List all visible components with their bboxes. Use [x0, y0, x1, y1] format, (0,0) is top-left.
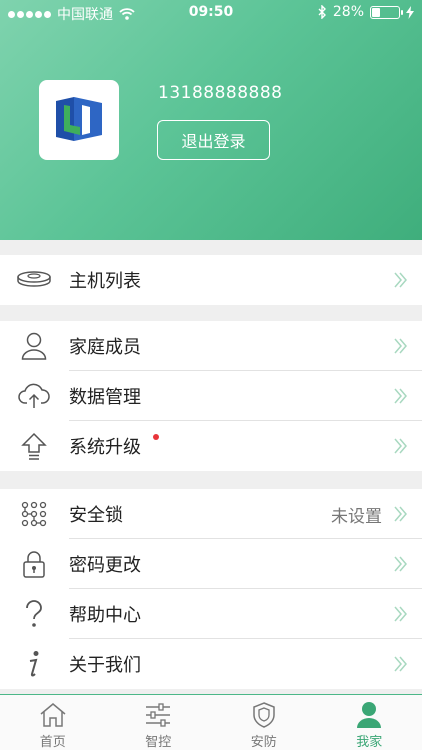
menu-item-label: 安全锁: [69, 505, 123, 526]
double-chevron-right-icon: [394, 656, 407, 672]
menu-group-family: 家庭成员 数据管理 系统升级: [0, 321, 422, 471]
cloud-upload-icon: [16, 381, 52, 411]
menu-item-label: 密码更改: [69, 555, 141, 576]
tab-label: 我家: [356, 735, 383, 750]
app-logo: [39, 80, 119, 160]
menu-item-help-center[interactable]: 帮助中心: [0, 589, 422, 639]
status-bar: 中国联通 09:50 28%: [0, 0, 422, 26]
logout-button[interactable]: 退出登录: [157, 120, 270, 160]
account-phone: 13188888888: [158, 83, 283, 103]
menu-item-label: 家庭成员: [69, 337, 141, 358]
home-icon: [38, 701, 68, 729]
battery-icon: [370, 5, 403, 19]
double-chevron-right-icon: [394, 606, 407, 622]
tab-label: 首页: [39, 735, 66, 750]
bluetooth-icon: [318, 5, 326, 19]
menu-item-label: 数据管理: [69, 387, 141, 408]
tab-security[interactable]: 安防: [211, 695, 317, 750]
sliders-icon: [143, 701, 173, 729]
new-update-badge: [153, 434, 159, 440]
double-chevron-right-icon: [394, 506, 407, 522]
menu-item-label: 关于我们: [69, 655, 141, 676]
menu-item-about-us[interactable]: 关于我们: [0, 639, 422, 689]
shield-icon: [249, 701, 279, 729]
battery-percent: 28%: [332, 4, 364, 20]
double-chevron-right-icon: [394, 438, 407, 454]
charging-icon: [406, 5, 414, 19]
menu-group-host: 主机列表: [0, 255, 422, 305]
tab-my-home[interactable]: 我家: [317, 695, 422, 750]
menu-item-label: 帮助中心: [69, 605, 141, 626]
tab-label: 安防: [250, 735, 277, 750]
menu-item-label: 系统升级: [69, 437, 141, 458]
tab-label: 智控: [145, 735, 172, 750]
person-icon: [16, 331, 52, 361]
user-icon: [354, 701, 384, 729]
host-device-icon: [16, 265, 52, 295]
double-chevron-right-icon: [394, 556, 407, 572]
info-icon: [16, 649, 52, 679]
menu-item-change-password[interactable]: 密码更改: [0, 539, 422, 589]
menu-item-label: 主机列表: [69, 271, 141, 292]
menu-item-data-management[interactable]: 数据管理: [0, 371, 422, 421]
menu-item-host-list[interactable]: 主机列表: [0, 255, 422, 305]
menu-item-system-upgrade[interactable]: 系统升级: [0, 421, 422, 471]
double-chevron-right-icon: [394, 338, 407, 354]
menu-item-family-members[interactable]: 家庭成员: [0, 321, 422, 371]
bottom-tab-bar: 首页 智控 安防 我家: [0, 694, 422, 750]
profile-header: 中国联通 09:50 28% 13188888888 退出登录: [0, 0, 422, 240]
pattern-lock-icon: [16, 499, 52, 529]
upgrade-arrow-icon: [16, 431, 52, 461]
tab-home[interactable]: 首页: [0, 695, 106, 750]
double-chevron-right-icon: [394, 388, 407, 404]
tab-smart-control[interactable]: 智控: [106, 695, 212, 750]
menu-item-security-lock[interactable]: 安全锁 未设置: [0, 489, 422, 539]
menu-group-security: 安全锁 未设置 密码更改 帮助中心 关于我们: [0, 489, 422, 689]
question-icon: [16, 599, 52, 629]
security-lock-status: 未设置: [331, 506, 382, 527]
padlock-icon: [16, 549, 52, 579]
double-chevron-right-icon: [394, 272, 407, 288]
